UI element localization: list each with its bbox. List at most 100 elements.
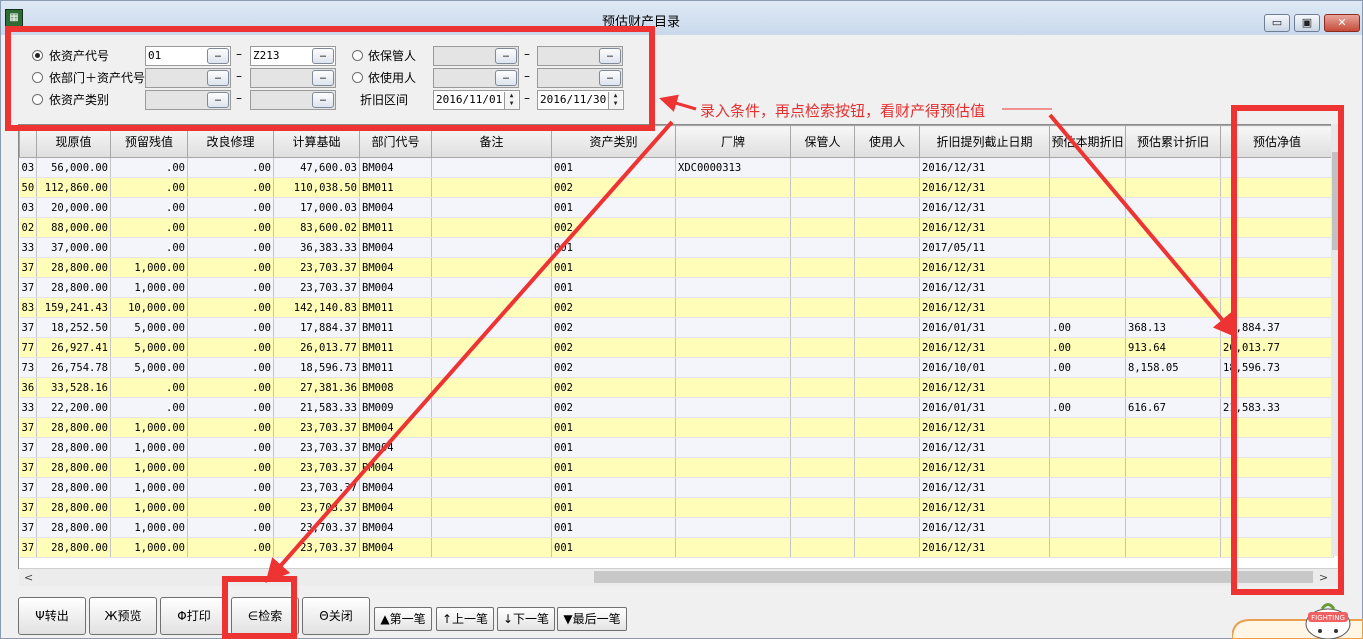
- table-cell: [854, 337, 920, 358]
- close-button[interactable]: Θ关闭: [302, 597, 370, 635]
- table-cell: [854, 157, 920, 178]
- last-record-button[interactable]: ▼最后一笔: [557, 607, 627, 631]
- period-to-date[interactable]: 2016/11/30 ▲ ▼: [537, 90, 624, 110]
- radio-by-code[interactable]: [32, 50, 43, 61]
- table-row[interactable]: 37 28,800.00 1,000.00.00 23,703.37 BM004 001 2…: [19, 257, 1334, 278]
- table-cell: 37: [19, 477, 37, 498]
- column-header[interactable]: 预估净值: [1220, 125, 1334, 158]
- table-cell: 001: [551, 277, 676, 298]
- dept-from-browse-button[interactable]: …: [207, 70, 229, 86]
- first-record-button[interactable]: ▲第一笔: [374, 607, 432, 631]
- table-row[interactable]: 37 28,800.00 1,000.00.00 23,703.37 BM004 001 2…: [19, 457, 1334, 478]
- maximize-button[interactable]: ▣: [1294, 14, 1320, 32]
- table-row[interactable]: 37 28,800.00 1,000.00.00 23,703.37 BM004 001 2…: [19, 277, 1334, 298]
- table-cell: 2016/12/31: [919, 257, 1050, 278]
- code-to-value: Z213: [253, 49, 280, 62]
- next-record-button[interactable]: ↓下一笔: [497, 607, 555, 631]
- spin-up-icon[interactable]: ▲: [609, 92, 622, 100]
- table-row[interactable]: 77 26,927.41 5,000.00.00 26,013.77 BM011 002 2…: [19, 337, 1334, 358]
- search-button[interactable]: ∈检索: [231, 597, 299, 635]
- table-row[interactable]: 73 26,754.78 5,000.00.00 18,596.73 BM011 002 2…: [19, 357, 1334, 378]
- category-from-field[interactable]: …: [145, 90, 231, 110]
- table-row[interactable]: 37 28,800.00 1,000.00.00 23,703.37 BM004 001 2…: [19, 537, 1334, 558]
- column-header[interactable]: 折旧提列截止日期: [919, 125, 1050, 158]
- table-row[interactable]: 83 159,241.43 10,000.00.00 142,140.83 BM011 0…: [19, 297, 1334, 318]
- preview-button[interactable]: Ж预览: [89, 597, 157, 635]
- table-row[interactable]: 02 88,000.00.00.00 83,600.02 BM011 002 2016/1…: [19, 217, 1334, 238]
- table-row[interactable]: 03 56,000.00.00.00 47,600.03 BM004 001 XDC000…: [19, 157, 1334, 178]
- radio-by-dept[interactable]: [32, 72, 43, 83]
- category-to-browse-button[interactable]: …: [312, 92, 334, 108]
- spin-up-icon[interactable]: ▲: [505, 92, 518, 100]
- table-cell: BM004: [359, 537, 432, 558]
- user-from-browse-button[interactable]: …: [495, 70, 517, 86]
- column-header[interactable]: 备注: [431, 125, 552, 158]
- column-header[interactable]: 资产类别: [551, 125, 676, 158]
- column-header[interactable]: 现原值: [36, 125, 111, 158]
- category-to-field[interactable]: …: [250, 90, 336, 110]
- period-from-date[interactable]: 2016/11/01 ▲ ▼: [433, 90, 520, 110]
- asset-grid[interactable]: 现原值 预留残值 改良修理 计算基础 部门代号 备注 资产类别 厂牌 保管人 使用人 折旧提列截止日…: [18, 124, 1340, 569]
- user-to-field[interactable]: …: [537, 68, 623, 88]
- table-cell: 001: [551, 237, 676, 258]
- code-to-field[interactable]: Z213 …: [250, 46, 336, 66]
- table-cell: 002: [551, 377, 676, 398]
- table-cell: 1,000.00: [110, 457, 188, 478]
- user-to-browse-button[interactable]: …: [599, 70, 621, 86]
- column-header[interactable]: 预估累计折旧: [1125, 125, 1221, 158]
- vertical-scroll-thumb[interactable]: [1332, 152, 1339, 250]
- column-header[interactable]: 预留残值: [110, 125, 188, 158]
- column-header[interactable]: 预估本期折旧: [1049, 125, 1126, 158]
- table-row[interactable]: 37 28,800.00 1,000.00.00 23,703.37 BM004 001 2…: [19, 417, 1334, 438]
- column-header[interactable]: 计算基础: [273, 125, 360, 158]
- table-row[interactable]: 37 18,252.50 5,000.00.00 17,884.37 BM011 002 2…: [19, 317, 1334, 338]
- dept-to-browse-button[interactable]: …: [312, 70, 334, 86]
- print-button[interactable]: Φ打印: [160, 597, 228, 635]
- spin-down-icon[interactable]: ▼: [505, 100, 518, 108]
- horizontal-scroll-thumb[interactable]: [594, 571, 1313, 583]
- column-header[interactable]: 部门代号: [359, 125, 432, 158]
- radio-by-category[interactable]: [32, 94, 43, 105]
- table-row[interactable]: 50 112,860.00.00.00 110,038.50 BM011 002 2016…: [19, 177, 1334, 198]
- custodian-to-browse-button[interactable]: …: [599, 48, 621, 64]
- column-header[interactable]: [19, 125, 37, 158]
- column-header[interactable]: 改良修理: [187, 125, 274, 158]
- table-cell: [854, 257, 920, 278]
- table-cell: [790, 337, 855, 358]
- export-button[interactable]: Ψ转出: [18, 597, 86, 635]
- table-row[interactable]: 37 28,800.00 1,000.00.00 23,703.37 BM004 001 2…: [19, 437, 1334, 458]
- category-from-browse-button[interactable]: …: [207, 92, 229, 108]
- period-from-spinner[interactable]: ▲ ▼: [504, 92, 518, 109]
- table-row[interactable]: 37 28,800.00 1,000.00.00 23,703.37 BM004 001 2…: [19, 517, 1334, 538]
- table-cell: 23,703.37: [273, 497, 360, 518]
- scroll-left-arrow[interactable]: <: [24, 571, 33, 584]
- table-row[interactable]: 33 22,200.00.00.00 21,583.33 BM009 002 2016/0…: [19, 397, 1334, 418]
- code-from-browse-button[interactable]: …: [207, 48, 229, 64]
- table-row[interactable]: 36 33,528.16.00.00 27,381.36 BM008 002 2016/1…: [19, 377, 1334, 398]
- table-cell: [790, 537, 855, 558]
- prev-record-button[interactable]: ↑上一笔: [436, 607, 494, 631]
- table-cell: BM011: [359, 177, 432, 198]
- column-header[interactable]: 厂牌: [675, 125, 791, 158]
- custodian-from-browse-button[interactable]: …: [495, 48, 517, 64]
- column-header[interactable]: 使用人: [854, 125, 920, 158]
- dept-to-field[interactable]: …: [250, 68, 336, 88]
- custodian-from-field[interactable]: …: [433, 46, 519, 66]
- table-row[interactable]: 37 28,800.00 1,000.00.00 23,703.37 BM004 001 2…: [19, 497, 1334, 518]
- period-to-spinner[interactable]: ▲ ▼: [608, 92, 622, 109]
- table-row[interactable]: 37 28,800.00 1,000.00.00 23,703.37 BM004 001 2…: [19, 477, 1334, 498]
- spin-down-icon[interactable]: ▼: [609, 100, 622, 108]
- table-row[interactable]: 33 37,000.00.00.00 36,383.33 BM004 001 2017/0…: [19, 237, 1334, 258]
- radio-by-user[interactable]: [352, 72, 363, 83]
- user-from-field[interactable]: …: [433, 68, 519, 88]
- scroll-right-arrow[interactable]: >: [1319, 571, 1328, 584]
- code-from-field[interactable]: 01 …: [145, 46, 231, 66]
- dept-from-field[interactable]: …: [145, 68, 231, 88]
- column-header[interactable]: 保管人: [790, 125, 855, 158]
- radio-by-custodian[interactable]: [352, 50, 363, 61]
- custodian-to-field[interactable]: …: [537, 46, 623, 66]
- close-window-button[interactable]: ✕: [1324, 14, 1360, 32]
- code-to-browse-button[interactable]: …: [312, 48, 334, 64]
- minimize-button[interactable]: ▭: [1264, 14, 1290, 32]
- table-row[interactable]: 03 20,000.00.00.00 17,000.03 BM004 001 2016/1…: [19, 197, 1334, 218]
